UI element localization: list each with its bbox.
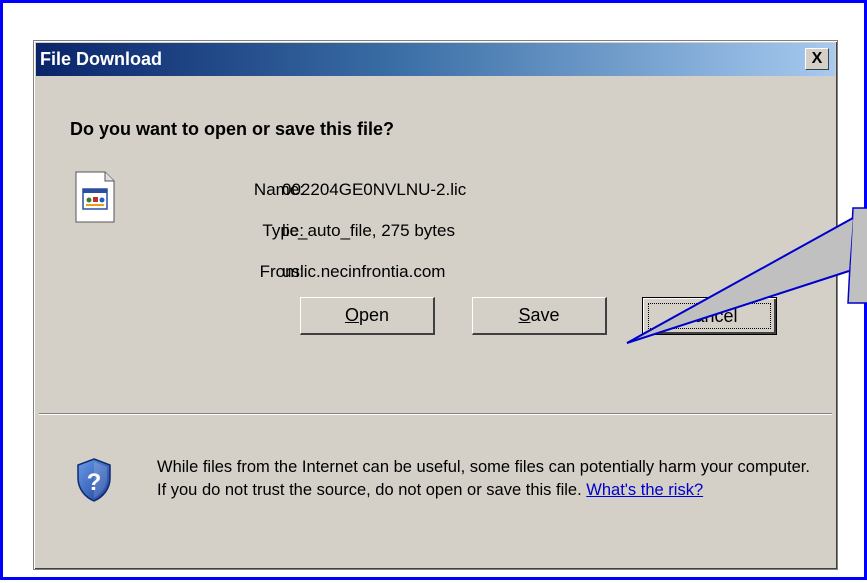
open-button[interactable]: Open — [300, 297, 435, 335]
security-warning: While files from the Internet can be use… — [157, 456, 817, 502]
file-source-value: uslic.necinfrontia.com — [282, 262, 446, 281]
cancel-label: Cancel — [648, 303, 771, 329]
cancel-button[interactable]: Cancel — [642, 297, 777, 335]
file-type-value: lic_auto_file, 275 bytes — [282, 221, 455, 240]
whats-the-risk-link[interactable]: What's the risk? — [586, 481, 703, 499]
title-bar[interactable]: File Download X — [36, 43, 835, 76]
close-button[interactable]: X — [805, 48, 829, 70]
save-mnemonic: S — [518, 305, 531, 325]
file-download-dialog: File Download X Do you want to open or s… — [33, 40, 838, 570]
dialog-title: File Download — [40, 49, 163, 69]
save-label-rest: ave — [530, 305, 560, 325]
screenshot-frame: File Download X Do you want to open or s… — [0, 0, 867, 580]
callout-box — [847, 207, 867, 304]
open-mnemonic: O — [344, 305, 359, 325]
download-question: Do you want to open or save this file? — [70, 119, 395, 139]
file-document-icon — [75, 171, 115, 223]
shield-question-icon: ? — [77, 458, 111, 502]
svg-text:?: ? — [87, 469, 102, 496]
save-button[interactable]: Save — [472, 297, 607, 335]
warning-text: While files from the Internet can be use… — [157, 458, 810, 499]
file-name-value: 002204GE0NVLNU-2.lic — [282, 180, 467, 199]
separator — [39, 413, 832, 415]
open-label-rest: pen — [358, 305, 390, 325]
